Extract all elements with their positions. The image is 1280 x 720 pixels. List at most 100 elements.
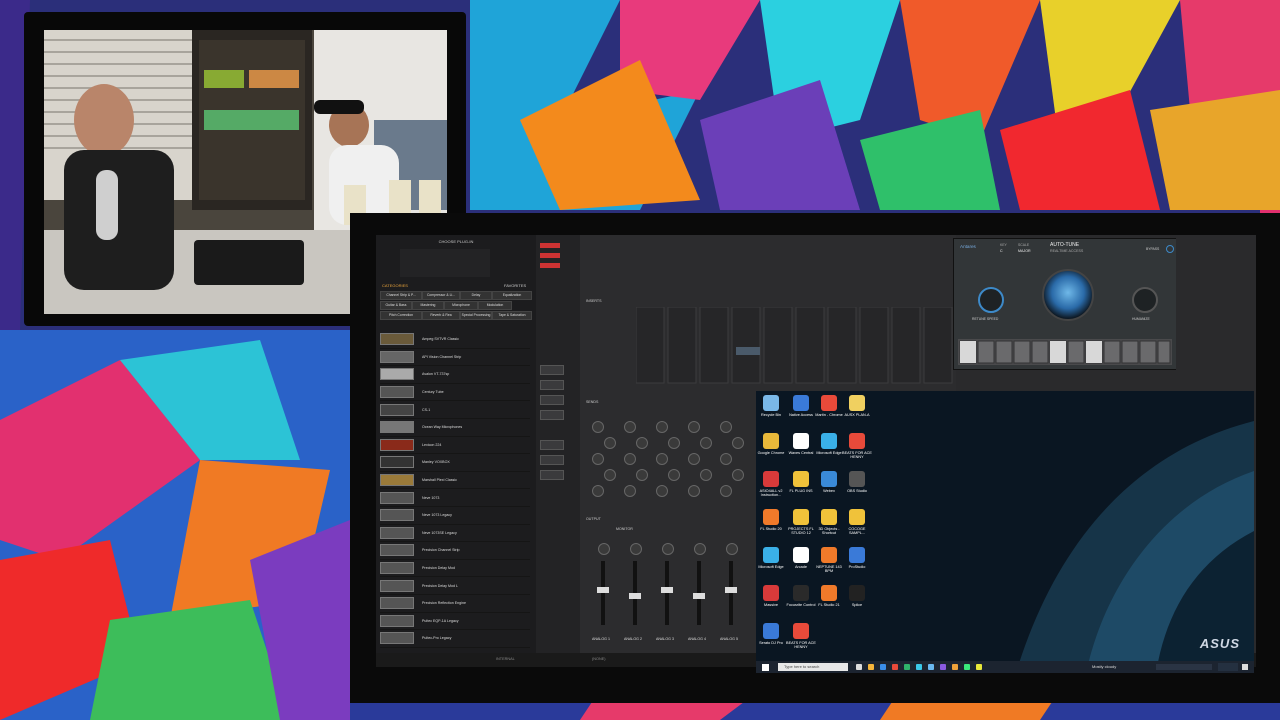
plugin-list-item[interactable]: Marshall Plexi Classic (380, 472, 530, 490)
clock[interactable] (1218, 663, 1238, 671)
autotune-main-pitch-knob[interactable] (1042, 269, 1094, 321)
autotune-power-icon[interactable] (1166, 245, 1174, 253)
channel-fader[interactable] (693, 593, 705, 599)
autotune-plugin-window[interactable]: Antares KEY C SCALE MAJOR AUTO-TUNE REAL… (953, 238, 1177, 370)
send-knob[interactable] (624, 485, 636, 497)
send-knob[interactable] (656, 453, 668, 465)
desktop-icon[interactable]: BEATS FOR ACE HENNY (786, 623, 816, 661)
desktop-icon[interactable]: 3D Objects - Shortcut (814, 509, 844, 547)
taskbar-app-icon[interactable] (892, 664, 898, 670)
desktop-icon[interactable]: Webex (814, 471, 844, 509)
send-knob[interactable] (720, 485, 732, 497)
task-view-icon[interactable] (856, 664, 862, 670)
desktop-icon[interactable]: BEATS FOR ACE HENNY (842, 433, 872, 471)
desktop-icon[interactable]: Recycle Bin (756, 395, 786, 433)
pan-knob[interactable] (598, 543, 610, 555)
pan-knob[interactable] (662, 543, 674, 555)
category-button[interactable]: Microphone (444, 301, 478, 310)
desktop-icon[interactable]: Martin - Chrome (814, 395, 844, 433)
mixer-mini-button[interactable] (540, 380, 564, 390)
plugin-list-item[interactable]: Avalon VT-737sp (380, 366, 530, 384)
send-knob[interactable] (592, 485, 604, 497)
desktop-icon[interactable]: NEPTUNE 143 BPM (814, 547, 844, 585)
send-knob[interactable] (720, 453, 732, 465)
send-knob[interactable] (592, 421, 604, 433)
autotune-scale-select[interactable]: MAJOR (1018, 249, 1031, 253)
output-button[interactable] (540, 263, 560, 268)
desktop-icon[interactable]: Arcade (786, 547, 816, 585)
desktop-icon[interactable]: AUSX PLAN-A (842, 395, 872, 433)
plugin-list-item[interactable]: Lexicon 224 (380, 437, 530, 455)
send-knob[interactable] (732, 469, 744, 481)
channel-fader[interactable] (725, 587, 737, 593)
send-knob[interactable] (604, 469, 616, 481)
send-knob[interactable] (624, 453, 636, 465)
send-knob[interactable] (656, 485, 668, 497)
category-button[interactable]: Compressor & Li... (422, 291, 460, 300)
desktop-icon[interactable]: OBS Studio (842, 471, 872, 509)
desktop-icon[interactable]: ProStudio (842, 547, 872, 585)
plugin-list-item[interactable]: Precision Channel Strip (380, 542, 530, 560)
retune-speed-knob[interactable] (978, 287, 1004, 313)
category-button[interactable]: Channel Strip & P... (380, 291, 422, 300)
mixer-mini-button[interactable] (540, 395, 564, 405)
taskbar-app-icon[interactable] (976, 664, 982, 670)
category-button[interactable]: Pitch Correction (380, 311, 422, 320)
send-knob[interactable] (700, 437, 712, 449)
plugin-list-item[interactable]: Precision Delay Mod (380, 560, 530, 578)
send-knob[interactable] (604, 437, 616, 449)
desktop-icon[interactable]: Splice (842, 585, 872, 623)
category-button[interactable]: Equalization (492, 291, 532, 300)
plugin-list-item[interactable]: Precision Delay Mod L (380, 577, 530, 595)
send-knob[interactable] (688, 485, 700, 497)
category-button[interactable]: Modulation (478, 301, 512, 310)
desktop-icon[interactable]: FL Studio 20 (756, 509, 786, 547)
send-knob[interactable] (732, 437, 744, 449)
desktop-icon[interactable]: Massive (756, 585, 786, 623)
weather-widget[interactable]: Mostly cloudy (1092, 664, 1116, 669)
taskbar-app-icon[interactable] (964, 664, 970, 670)
category-button[interactable]: Delay (460, 291, 492, 300)
taskbar-app-icon[interactable] (904, 664, 910, 670)
humanize-knob[interactable] (1132, 287, 1158, 313)
taskbar-app-icon[interactable] (916, 664, 922, 670)
plugin-list-item[interactable]: API Vision Channel Strip (380, 349, 530, 367)
taskbar-app-icon[interactable] (940, 664, 946, 670)
plugin-list-item[interactable]: Pultec-Pro Legacy (380, 630, 530, 648)
plugin-list-item[interactable]: Ocean Way Microphones (380, 419, 530, 437)
pan-knob[interactable] (694, 543, 706, 555)
plugin-list-item[interactable]: Century Tube (380, 384, 530, 402)
desktop-icon[interactable]: Microsoft Edge (756, 547, 786, 585)
autotune-bypass-button[interactable]: BYPASS (1146, 247, 1159, 251)
send-knob[interactable] (636, 469, 648, 481)
taskbar-app-icon[interactable] (928, 664, 934, 670)
send-knob[interactable] (668, 469, 680, 481)
plugin-list-item[interactable]: Ampeg SVTVR Classic (380, 331, 530, 349)
send-knob[interactable] (624, 421, 636, 433)
plugin-list-item[interactable]: Pultec EQP-1A Legacy (380, 613, 530, 631)
taskbar-app-icon[interactable] (880, 664, 886, 670)
category-button[interactable]: Mastering (412, 301, 444, 310)
desktop-icon[interactable]: Waves Central (786, 433, 816, 471)
channel-fader[interactable] (661, 587, 673, 593)
desktop-icon[interactable]: Native Access (786, 395, 816, 433)
desktop-icon[interactable]: Google Chrome (756, 433, 786, 471)
send-knob[interactable] (592, 453, 604, 465)
desktop-icon[interactable]: Serato DJ Pro (756, 623, 786, 661)
mixer-mini-button[interactable] (540, 440, 564, 450)
taskbar-app-icon[interactable] (952, 664, 958, 670)
desktop-icon[interactable]: FL Studio 21 (814, 585, 844, 623)
category-button[interactable]: Tape & Saturation (492, 311, 532, 320)
category-button[interactable]: Guitar & Bass (380, 301, 412, 310)
pan-knob[interactable] (726, 543, 738, 555)
browser-search-box[interactable] (400, 249, 490, 277)
plugin-list-item[interactable]: Manley VOXBOX (380, 454, 530, 472)
system-tray[interactable] (1156, 664, 1212, 670)
category-button[interactable]: Reverb & Rea (422, 311, 460, 320)
mixer-mini-button[interactable] (540, 470, 564, 480)
send-knob[interactable] (688, 453, 700, 465)
inserts-button[interactable] (540, 243, 560, 248)
send-knob[interactable] (636, 437, 648, 449)
autotune-piano-keyboard[interactable] (958, 339, 1172, 365)
sends-button[interactable] (540, 253, 560, 258)
